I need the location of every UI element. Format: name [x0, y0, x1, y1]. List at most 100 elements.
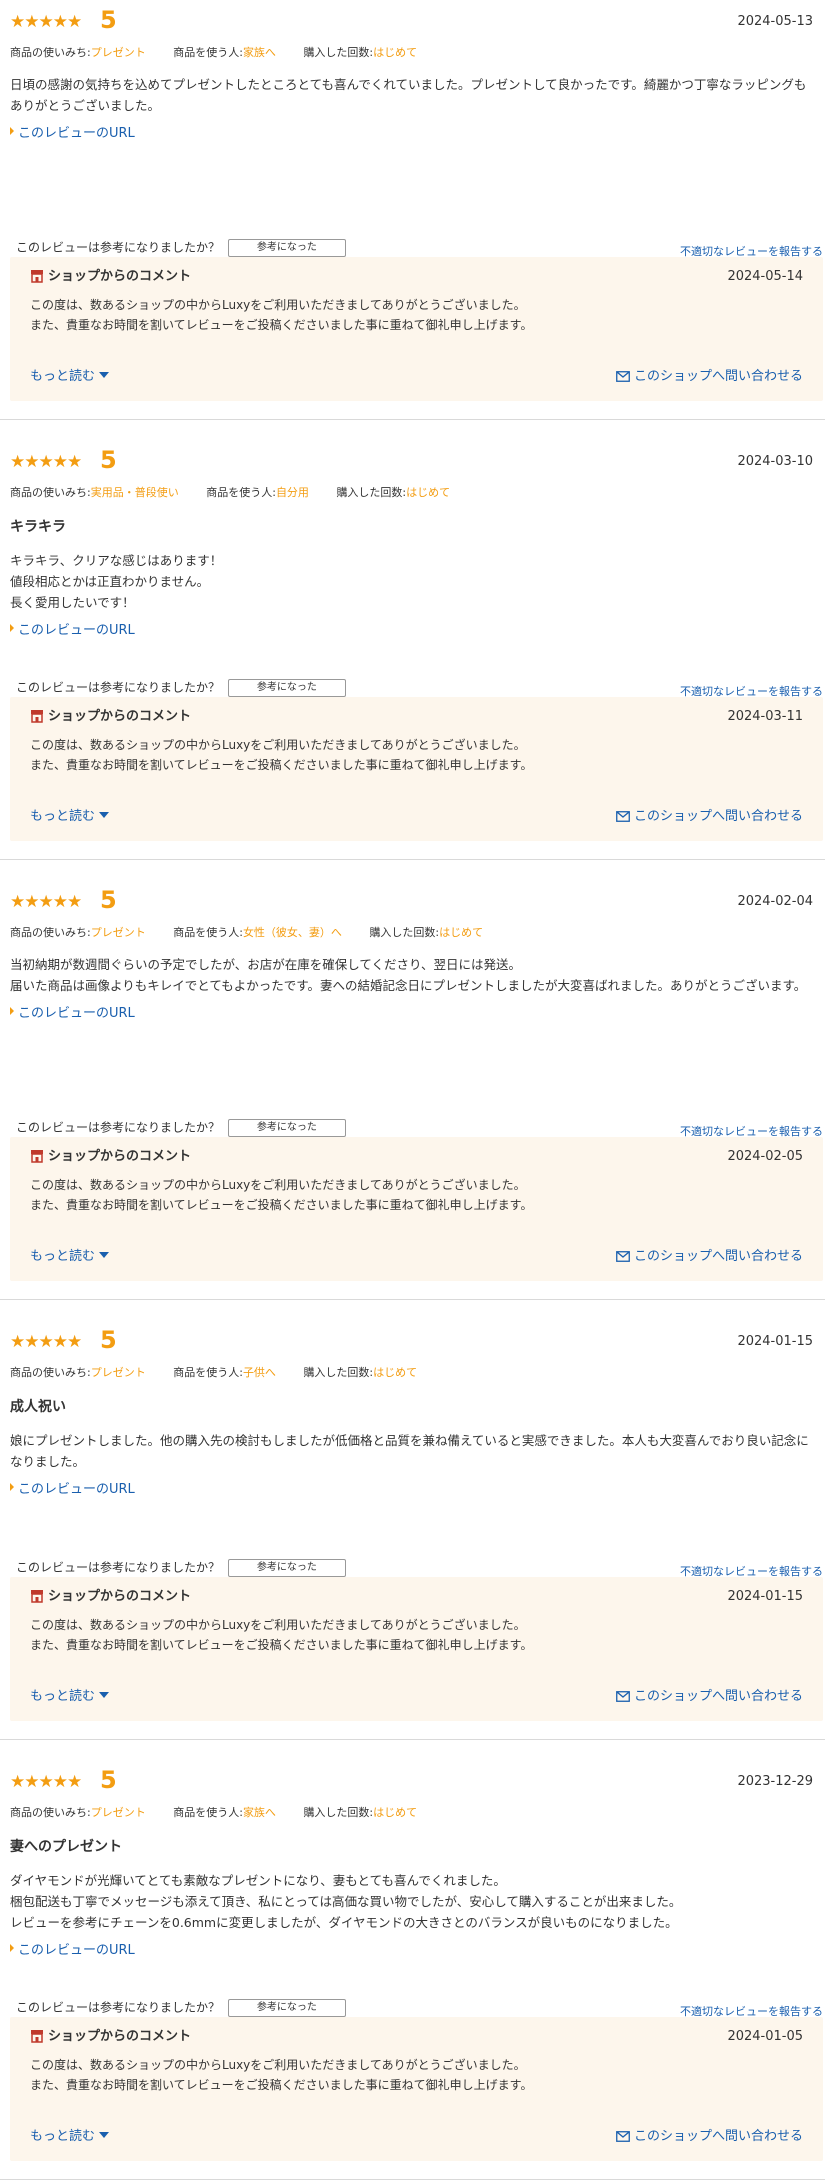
- review-score: 5: [100, 1766, 117, 1794]
- review-body: 当初納期が数週間ぐらいの予定でしたが、お店が在庫を確保してくださり、翌日には発送…: [10, 957, 807, 993]
- review-date: 2024-05-13: [737, 14, 813, 29]
- user-value: 女性（彼女、妻）へ: [242, 926, 342, 939]
- shop-comment-box: ショップからのコメント 2024-01-15 この度は、数あるショップの中からL…: [10, 1577, 823, 1721]
- usage-value: 実用品・普段使い: [90, 486, 179, 499]
- review-url-link[interactable]: このレビューのURL: [10, 124, 815, 144]
- usage-label: 商品の使いみち:: [10, 1366, 91, 1379]
- review-url-label: このレビューのURL: [18, 126, 135, 141]
- helpful-question: このレビューは参考になりましたか？: [16, 240, 221, 255]
- review-body: 日頃の感謝の気持ちを込めてプレゼントしたところとても喜んでくれていました。プレゼ…: [10, 77, 807, 113]
- helpful-button[interactable]: 参考になった: [227, 1558, 346, 1577]
- mail-icon: [616, 1251, 630, 1262]
- count-value: はじめて: [439, 926, 484, 939]
- usage-label: 商品の使いみち:: [10, 46, 91, 59]
- shop-comment-header: ショップからのコメント: [30, 1587, 191, 1607]
- read-more-button[interactable]: もっと読む: [30, 367, 110, 387]
- shop-comment-date: 2024-02-05: [727, 1149, 803, 1164]
- count-meta: 購入した回数:はじめて: [369, 926, 483, 939]
- helpful-row: このレビューは参考になりましたか？ 参考になった 不適切なレビューを報告する: [16, 1557, 823, 1578]
- read-more-button[interactable]: もっと読む: [30, 2127, 110, 2147]
- count-meta: 購入した回数:はじめて: [303, 46, 417, 59]
- contact-shop-link[interactable]: このショップへ問い合わせる: [616, 1247, 803, 1267]
- shop-comment-box: ショップからのコメント 2024-02-05 この度は、数あるショップの中からL…: [10, 1137, 823, 1281]
- read-more-button[interactable]: もっと読む: [30, 807, 110, 827]
- caret-down-icon: [99, 812, 110, 818]
- helpful-button[interactable]: 参考になった: [227, 1118, 346, 1137]
- review-url-link[interactable]: このレビューのURL: [10, 1941, 815, 1961]
- helpful-button[interactable]: 参考になった: [227, 678, 346, 697]
- count-value: はじめて: [406, 486, 451, 499]
- review-body: 娘にプレゼントしました。他の購入先の検討もしましたが低価格と品質を兼ね備えている…: [10, 1433, 809, 1469]
- contact-shop-label: このショップへ問い合わせる: [633, 1689, 803, 1704]
- user-meta: 商品を使う人:家族へ: [173, 46, 276, 59]
- helpful-question: このレビューは参考になりましたか？: [16, 1120, 221, 1135]
- shop-comment-date: 2024-05-14: [727, 269, 803, 284]
- count-value: はじめて: [373, 46, 418, 59]
- review-item: ★★★★★ 5 2023-12-29 商品の使いみち:プレゼント 商品を使う人:…: [0, 1760, 825, 2180]
- helpful-row: このレビューは参考になりましたか？ 参考になった 不適切なレビューを報告する: [16, 1997, 823, 2018]
- contact-shop-link[interactable]: このショップへ問い合わせる: [616, 367, 803, 387]
- review-meta: 商品の使いみち:実用品・普段使い 商品を使う人:自分用 購入した回数:はじめて: [10, 484, 815, 502]
- shop-icon: [31, 1150, 43, 1163]
- review-date: 2024-02-04: [737, 894, 813, 909]
- helpful-button[interactable]: 参考になった: [227, 238, 346, 257]
- read-more-button[interactable]: もっと読む: [30, 1687, 110, 1707]
- helpful-question: このレビューは参考になりましたか？: [16, 1560, 221, 1575]
- review-url-label: このレビューのURL: [18, 1482, 135, 1497]
- contact-shop-label: このショップへ問い合わせる: [633, 1249, 803, 1264]
- usage-value: プレゼント: [90, 1806, 146, 1819]
- usage-meta: 商品の使いみち:実用品・普段使い: [10, 486, 179, 499]
- shop-comment-date: 2024-01-05: [727, 2029, 803, 2044]
- user-value: 家族へ: [242, 1806, 276, 1819]
- review-score: 5: [100, 6, 117, 34]
- shop-comment-body: この度は、数あるショップの中からLuxyをご利用いただきましてありがとうございま…: [30, 1618, 533, 1652]
- triangle-right-icon: [10, 1007, 14, 1015]
- helpful-row: このレビューは参考になりましたか？ 参考になった 不適切なレビューを報告する: [16, 237, 823, 258]
- shop-icon: [31, 1590, 43, 1603]
- review-item: ★★★★★ 5 2024-02-04 商品の使いみち:プレゼント 商品を使う人:…: [0, 880, 825, 1300]
- review-meta: 商品の使いみち:プレゼント 商品を使う人:子供へ 購入した回数:はじめて: [10, 1364, 815, 1382]
- shop-comment-title: ショップからのコメント: [48, 269, 192, 284]
- review-title: 成人祝い: [10, 1399, 66, 1415]
- review-item: ★★★★★ 5 2024-01-15 商品の使いみち:プレゼント 商品を使う人:…: [0, 1320, 825, 1740]
- review-meta: 商品の使いみち:プレゼント 商品を使う人:女性（彼女、妻）へ 購入した回数:はじ…: [10, 924, 815, 942]
- read-more-label: もっと読む: [30, 369, 96, 384]
- star-rating-icon: ★★★★★: [10, 1332, 82, 1352]
- usage-value: プレゼント: [90, 1366, 146, 1379]
- review-url-link[interactable]: このレビューのURL: [10, 1004, 815, 1024]
- shop-icon: [31, 270, 43, 283]
- count-label: 購入した回数:: [303, 1366, 374, 1379]
- helpful-button[interactable]: 参考になった: [227, 1998, 346, 2017]
- read-more-label: もっと読む: [30, 2129, 96, 2144]
- review-date: 2023-12-29: [737, 1774, 813, 1789]
- review-header: ★★★★★ 5 2023-12-29: [10, 1760, 815, 1804]
- contact-shop-link[interactable]: このショップへ問い合わせる: [616, 1687, 803, 1707]
- review-url-label: このレビューのURL: [18, 623, 135, 638]
- count-meta: 購入した回数:はじめて: [303, 1366, 417, 1379]
- shop-comment-body: この度は、数あるショップの中からLuxyをご利用いただきましてありがとうございま…: [30, 2058, 533, 2092]
- helpful-question: このレビューは参考になりましたか？: [16, 2000, 221, 2015]
- review-title: キラキラ: [10, 519, 66, 535]
- triangle-right-icon: [10, 624, 14, 632]
- read-more-button[interactable]: もっと読む: [30, 1247, 110, 1267]
- usage-value: プレゼント: [90, 46, 146, 59]
- review-header: ★★★★★ 5 2024-02-04: [10, 880, 815, 924]
- star-rating-icon: ★★★★★: [10, 892, 82, 912]
- review-url-link[interactable]: このレビューのURL: [10, 621, 815, 641]
- mail-icon: [616, 811, 630, 822]
- contact-shop-link[interactable]: このショップへ問い合わせる: [616, 2127, 803, 2147]
- shop-comment-header: ショップからのコメント: [30, 267, 191, 287]
- contact-shop-link[interactable]: このショップへ問い合わせる: [616, 807, 803, 827]
- review-url-label: このレビューのURL: [18, 1006, 135, 1021]
- shop-comment-header: ショップからのコメント: [30, 1147, 191, 1167]
- caret-down-icon: [99, 2132, 110, 2138]
- review-score: 5: [100, 1326, 117, 1354]
- review-url-link[interactable]: このレビューのURL: [10, 1480, 815, 1500]
- shop-comment-title: ショップからのコメント: [48, 2029, 192, 2044]
- helpful-question: このレビューは参考になりましたか？: [16, 680, 221, 695]
- star-rating-icon: ★★★★★: [10, 12, 82, 32]
- shop-icon: [31, 710, 43, 723]
- user-meta: 商品を使う人:子供へ: [173, 1366, 276, 1379]
- review-list: ★★★★★ 5 2024-05-13 商品の使いみち:プレゼント 商品を使う人:…: [0, 0, 825, 2180]
- count-meta: 購入した回数:はじめて: [303, 1806, 417, 1819]
